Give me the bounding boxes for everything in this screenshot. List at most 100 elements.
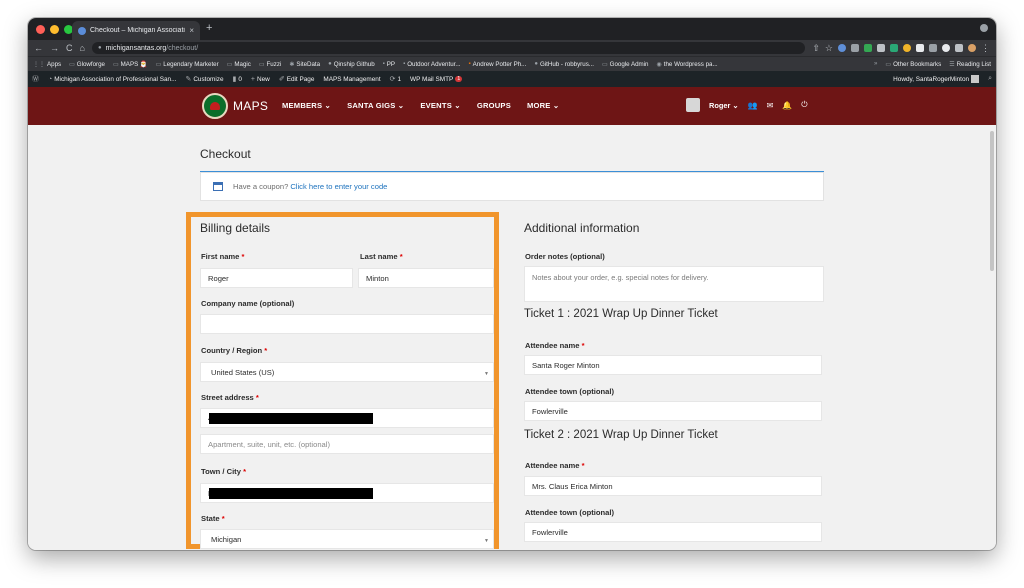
address-toolbar: ← → C ⌂ ● michigansantas.org/checkout/ ⇧…: [28, 40, 996, 56]
apartment-field[interactable]: Apartment, suite, unit, etc. (optional): [200, 434, 494, 454]
bookmark-qinship-github[interactable]: ● Qinship Github: [328, 61, 375, 68]
profile-avatar-icon[interactable]: [968, 44, 976, 52]
extension-icon[interactable]: [929, 44, 937, 52]
reload-icon[interactable]: C: [66, 43, 73, 53]
wp-comments[interactable]: ▮ 0: [233, 75, 242, 84]
user-menu[interactable]: Roger ⌄: [709, 101, 739, 110]
menu-item-santa-gigs[interactable]: SANTA GIGS ⌄: [347, 101, 404, 110]
window-controls: [36, 25, 73, 34]
address-bar[interactable]: ● michigansantas.org/checkout/: [91, 42, 806, 54]
tab-checkout[interactable]: Checkout – Michigan Associati ×: [72, 21, 200, 40]
new-tab-button[interactable]: +: [206, 22, 212, 34]
puzzle-icon[interactable]: [955, 44, 963, 52]
bookmark-sitedata[interactable]: ✱ SiteData: [289, 61, 320, 68]
first-name-field[interactable]: Roger: [200, 268, 353, 288]
close-window-button[interactable]: [36, 25, 45, 34]
extension-icon[interactable]: [838, 44, 846, 52]
bookmark-outdoor[interactable]: ▪ Outdoor Adventur...: [403, 61, 460, 68]
ticket-1-attendee-field[interactable]: Santa Roger Minton: [524, 355, 822, 375]
extension-icon[interactable]: [851, 44, 859, 52]
site-logo-link[interactable]: MAPS: [202, 93, 268, 119]
wp-howdy[interactable]: Howdy, SantaRogerMinton: [893, 75, 980, 83]
bookmark-other-bookmarks[interactable]: ▭ Other Bookmarks: [885, 61, 941, 68]
wp-maps-management-label: MAPS Management: [323, 75, 381, 83]
folder-icon: ▭: [112, 61, 119, 68]
last-name-label: Last name *: [360, 252, 403, 261]
bookmark-magic[interactable]: ▭ Magic: [227, 61, 251, 68]
wordpress-logo-button[interactable]: Ⓦ: [32, 74, 39, 84]
menu-item-groups[interactable]: GROUPS: [477, 101, 511, 110]
coupon-notice: Have a coupon? Click here to enter your …: [200, 172, 824, 201]
bookmark-andrew-potter[interactable]: ▪ Andrew Potter Ph...: [469, 61, 527, 68]
bookmarks-overflow-button[interactable]: »: [874, 61, 877, 67]
forward-icon[interactable]: →: [50, 43, 59, 53]
ticket-2-town-field[interactable]: Fowlerville: [524, 522, 822, 542]
bookmark-glowforge[interactable]: ▭ Glowforge: [69, 61, 105, 68]
wp-updates[interactable]: ⟳ 1: [390, 75, 401, 84]
bookmark-icon: ▪: [382, 61, 385, 67]
wp-edit-page[interactable]: ✐ Edit Page: [279, 75, 315, 84]
bookmark-label: Reading List: [956, 60, 991, 68]
wp-maps-management[interactable]: MAPS Management: [323, 76, 380, 83]
bookmark-fuzzi[interactable]: ▭ Fuzzi: [259, 61, 281, 68]
wp-site-name[interactable]: ◔ Michigan Association of Professional Sa…: [48, 76, 176, 83]
minimize-window-button[interactable]: [50, 25, 59, 34]
ticket-2-attendee-field[interactable]: Mrs. Claus Erica Minton: [524, 476, 822, 496]
avatar[interactable]: [686, 98, 700, 112]
bookmark-wordpress[interactable]: ◉ the Wordpress pa...: [657, 61, 718, 68]
extension-icon[interactable]: [864, 44, 872, 52]
bookmark-legendary-marketer[interactable]: ▭ Legendary Marketer: [156, 61, 219, 68]
order-notes-textarea[interactable]: Notes about your order, e.g. special not…: [524, 266, 824, 302]
friends-icon[interactable]: 👥: [748, 101, 758, 110]
bookmark-reading-list[interactable]: ☰ Reading List: [949, 61, 991, 68]
bookmark-label: Legendary Marketer: [163, 60, 219, 68]
main-menu: MEMBERS ⌄ SANTA GIGS ⌄ EVENTS ⌄ GROUPS M…: [282, 101, 559, 110]
wordpress-icon: Ⓦ: [32, 76, 39, 83]
country-select[interactable]: United States (US) ▼: [200, 362, 494, 382]
wp-customize[interactable]: ✎ Customize: [185, 75, 223, 84]
url-host: michigansantas.org: [105, 44, 167, 52]
back-icon[interactable]: ←: [34, 43, 43, 53]
state-label: State *: [201, 514, 225, 523]
extension-icon[interactable]: [903, 44, 911, 52]
wp-search[interactable]: ⌕: [988, 75, 992, 83]
star-icon[interactable]: ☆: [825, 43, 833, 54]
state-select[interactable]: Michigan ▼: [200, 529, 494, 549]
scrollbar[interactable]: [990, 131, 994, 271]
ticket-1-town-label: Attendee town (optional): [525, 387, 615, 396]
required-marker: *: [255, 393, 259, 402]
wp-mail-smtp[interactable]: WP Mail SMTP 1: [410, 76, 463, 83]
bookmark-label: Outdoor Adventur...: [407, 60, 461, 68]
extension-icon[interactable]: [890, 44, 898, 52]
last-name-field[interactable]: Minton: [358, 268, 494, 288]
bookmark-label: the Wordpress pa...: [663, 60, 718, 68]
wp-new[interactable]: + New: [251, 76, 270, 83]
bookmark-label: Fuzzi: [266, 60, 282, 68]
bookmark-apps[interactable]: ⋮⋮ Apps: [33, 61, 61, 68]
bookmark-pp[interactable]: ▪ PP: [383, 61, 395, 68]
extension-icon[interactable]: [916, 44, 924, 52]
brush-icon: ✎: [185, 76, 192, 83]
ticket-2-title: Ticket 2 : 2021 Wrap Up Dinner Ticket: [524, 429, 718, 441]
company-field[interactable]: [200, 314, 494, 334]
coupon-link[interactable]: Click here to enter your code: [290, 182, 387, 191]
extension-icon[interactable]: [942, 44, 950, 52]
browser-profile-icon[interactable]: [980, 24, 988, 32]
bookmark-maps[interactable]: ▭ MAPS 🎅: [113, 60, 148, 68]
home-icon[interactable]: ⌂: [80, 43, 85, 53]
bell-icon[interactable]: 🔔: [782, 101, 792, 110]
share-icon[interactable]: ⇧: [812, 43, 820, 54]
bookmark-github-robbyrus[interactable]: ● GitHub - robbyrus...: [534, 61, 594, 68]
notification-badge: 1: [455, 76, 463, 82]
more-vertical-icon[interactable]: ⋮: [981, 43, 990, 54]
menu-item-members[interactable]: MEMBERS ⌄: [282, 101, 331, 110]
messages-icon[interactable]: ✉: [767, 101, 774, 110]
browser-window: Checkout – Michigan Associati × + ← → C …: [28, 18, 996, 550]
menu-item-events[interactable]: EVENTS ⌄: [420, 101, 460, 110]
extension-icon[interactable]: [877, 44, 885, 52]
bookmark-google-admin[interactable]: ▭ Google Admin: [602, 61, 649, 68]
close-icon[interactable]: ×: [189, 26, 194, 35]
ticket-1-town-field[interactable]: Fowlerville: [524, 401, 822, 421]
power-icon[interactable]: ⏻: [801, 100, 807, 110]
menu-item-more[interactable]: MORE ⌄: [527, 101, 559, 110]
